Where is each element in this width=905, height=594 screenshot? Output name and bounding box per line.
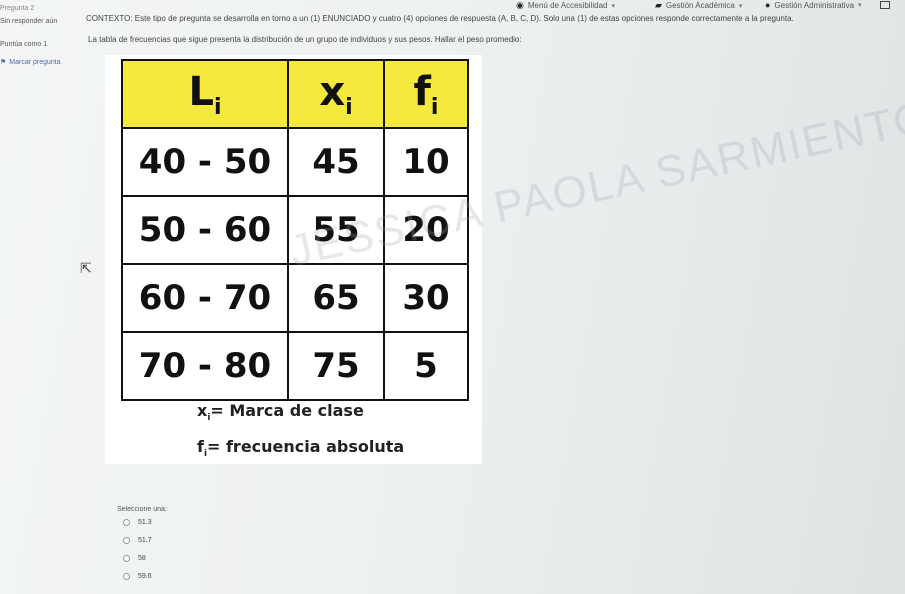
radio-button[interactable] xyxy=(123,537,130,544)
radio-button[interactable] xyxy=(123,555,130,562)
academic-menu-label: Gestión Académica xyxy=(665,1,735,10)
header-interval-symbol: L xyxy=(188,68,214,115)
answer-prompt: Seleccione una: xyxy=(117,506,167,513)
answer-option-label: 59.6 xyxy=(138,573,152,580)
table-cell: 70 - 80 xyxy=(121,331,289,401)
accessibility-menu-label: Menú de Accesibilidad xyxy=(527,1,608,10)
radio-button[interactable] xyxy=(123,573,130,580)
table-row: 70 - 80 75 5 xyxy=(121,331,469,401)
chevron-down-icon: ▾ xyxy=(738,2,743,10)
header-interval: Li xyxy=(121,59,289,129)
question-score: Puntúa como 1 xyxy=(0,41,48,48)
answer-option[interactable]: 59.6 xyxy=(123,573,152,580)
header-frequency: fi xyxy=(383,59,469,129)
table-header-row: Li xi fi xyxy=(121,59,469,129)
header-class-mark: xi xyxy=(287,59,385,129)
accessibility-menu[interactable]: ◉ Menú de Accesibilidad ▾ xyxy=(516,0,615,11)
mail-icon[interactable] xyxy=(880,1,890,9)
question-context: CONTEXTO: Este tipo de pregunta se desar… xyxy=(86,14,794,23)
top-navigation-bar: ◉ Menú de Accesibilidad ▾ ▰ Gestión Acad… xyxy=(0,0,905,14)
accessibility-icon: ◉ xyxy=(516,0,524,10)
table-cell: 10 xyxy=(383,127,469,197)
header-frequency-subscript: i xyxy=(430,94,439,120)
answer-option[interactable]: 51.7 xyxy=(123,537,152,544)
legend-f-symbol: f xyxy=(197,437,204,456)
answer-option-label: 51.7 xyxy=(138,537,152,544)
mouse-cursor-icon: ⇱ xyxy=(80,260,92,276)
question-prompt: La tabla de frecuencias que sigue presen… xyxy=(88,35,522,44)
header-class-mark-symbol: x xyxy=(319,68,346,115)
legend-x-symbol: x xyxy=(197,401,208,420)
header-frequency-symbol: f xyxy=(413,68,431,115)
answer-option[interactable]: 58 xyxy=(123,555,146,562)
table-cell: 45 xyxy=(287,127,385,197)
table-row: 40 - 50 45 10 xyxy=(121,127,469,197)
legend-frequency: fi= frecuencia absoluta xyxy=(197,437,404,459)
answer-option-label: 58 xyxy=(138,555,146,562)
graduation-cap-icon: ▰ xyxy=(655,0,662,10)
answer-option[interactable]: 51.3 xyxy=(123,519,152,526)
chevron-down-icon: ▾ xyxy=(611,2,615,10)
header-interval-subscript: i xyxy=(213,94,222,120)
admin-menu-label: Gestión Administrativa xyxy=(774,0,855,10)
legend-f-text: = frecuencia absoluta xyxy=(206,437,405,456)
chevron-down-icon: ▾ xyxy=(858,2,862,9)
table-cell: 30 xyxy=(383,263,469,333)
legend-class-mark: xi= Marca de clase xyxy=(197,401,364,423)
header-class-mark-subscript: i xyxy=(345,94,353,120)
legend-x-text: = Marca de clase xyxy=(210,401,364,420)
radio-button[interactable] xyxy=(123,519,130,526)
flag-question-label: Marcar pregunta xyxy=(9,58,61,66)
table-cell: 60 - 70 xyxy=(121,263,289,333)
question-status: Sin responder aún xyxy=(0,18,58,25)
info-icon: ● xyxy=(765,0,771,10)
flag-icon: ⚑ xyxy=(0,59,7,66)
table-cell: 50 - 60 xyxy=(121,195,289,265)
table-cell: 75 xyxy=(287,331,385,401)
table-cell: 5 xyxy=(383,331,469,401)
question-number: Pregunta 2 xyxy=(0,5,35,12)
admin-menu[interactable]: ● Gestión Administrativa ▾ xyxy=(765,0,862,10)
academic-menu[interactable]: ▰ Gestión Académica ▾ xyxy=(655,0,742,11)
answer-option-label: 51.3 xyxy=(138,519,152,526)
table-cell: 40 - 50 xyxy=(121,127,289,197)
flag-question-link[interactable]: ⚑ Marcar pregunta xyxy=(0,58,61,67)
